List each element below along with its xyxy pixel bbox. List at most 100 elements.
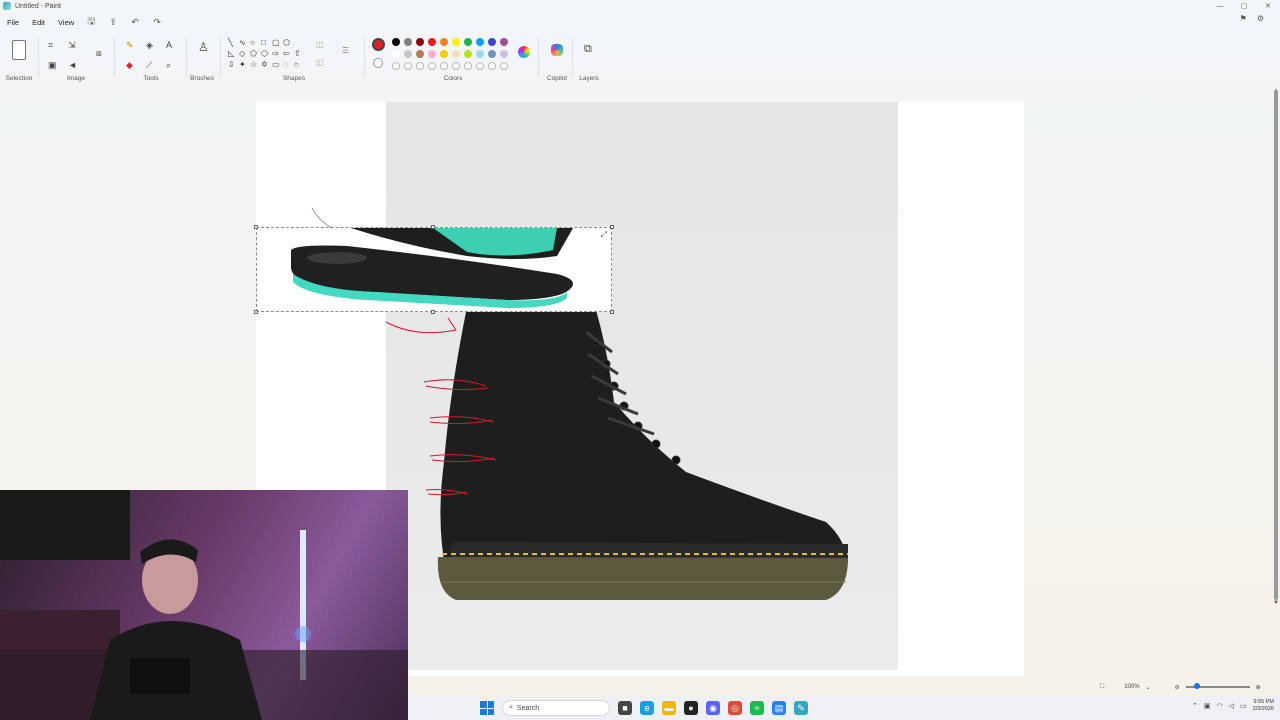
active-color-swatch[interactable] (372, 38, 385, 51)
tray-app-icon[interactable]: ▣ (1204, 702, 1211, 710)
heart-shape-icon[interactable]: ○ (294, 60, 299, 69)
color-swatch[interactable] (392, 50, 400, 58)
color-swatch[interactable] (500, 38, 508, 46)
wifi-icon[interactable]: ◠ (1216, 702, 1222, 710)
color-swatch[interactable] (404, 38, 412, 46)
custom-color-slot[interactable] (452, 62, 460, 70)
close-button[interactable]: ✕ (1256, 0, 1280, 12)
color-swatch[interactable] (428, 38, 436, 46)
polygon-shape-icon[interactable]: ⬠ (283, 38, 290, 47)
color-swatch[interactable] (476, 38, 484, 46)
pasted-selection[interactable]: ⤢ (254, 225, 614, 314)
hexagon-shape-icon[interactable]: ⬡ (261, 49, 268, 58)
arrow-up-shape-icon[interactable]: ⇧ (294, 49, 301, 58)
custom-color-slot[interactable] (392, 62, 400, 70)
custom-color-slot[interactable] (500, 62, 508, 70)
resize-handle[interactable] (610, 225, 614, 229)
chrome-icon[interactable]: ◎ (728, 701, 742, 715)
custom-color-slot[interactable] (440, 62, 448, 70)
image-select-icon[interactable]: ⧈ (96, 48, 102, 58)
discord-icon[interactable]: ◉ (706, 701, 720, 715)
text-icon[interactable]: A (166, 40, 172, 50)
crop-icon[interactable]: ⌗ (48, 40, 53, 50)
menu-file[interactable]: File (7, 18, 19, 27)
spotify-icon[interactable]: ≈ (750, 701, 764, 715)
secondary-color-swatch[interactable] (373, 58, 383, 68)
custom-color-slot[interactable] (416, 62, 424, 70)
cloud-callout-shape-icon[interactable]: ◌ (283, 60, 288, 69)
pencil-icon[interactable]: ✎ (126, 40, 134, 50)
save-icon[interactable]: 🖫 (80, 14, 102, 30)
magnifier-icon[interactable]: ⌕ (166, 60, 171, 70)
resize-handle[interactable] (431, 310, 435, 314)
custom-color-slot[interactable] (404, 62, 412, 70)
copilot-icon[interactable] (551, 44, 563, 56)
color-swatch[interactable] (464, 38, 472, 46)
color-swatch[interactable] (392, 38, 400, 46)
maximize-button[interactable]: ▢ (1232, 0, 1256, 12)
selection-icon[interactable] (12, 40, 26, 60)
custom-color-slot[interactable] (476, 62, 484, 70)
color-swatch[interactable] (488, 50, 496, 58)
color-swatch[interactable] (500, 50, 508, 58)
undo-icon[interactable]: ↶ (124, 17, 146, 28)
tray-chevron-icon[interactable]: ⌃ (1192, 702, 1198, 710)
zoom-slider-thumb[interactable] (1193, 683, 1200, 689)
color-swatch[interactable] (404, 50, 412, 58)
taskbar-search[interactable]: ⌕ Search (502, 700, 610, 716)
scroll-down-icon[interactable]: ▼ (1273, 600, 1279, 606)
resize-handle[interactable] (254, 225, 258, 229)
settings-icon[interactable]: ⚙ (1257, 14, 1264, 23)
paint-taskbar-icon[interactable]: ✎ (794, 701, 808, 715)
rectangle-shape-icon[interactable]: □ (261, 38, 266, 47)
resize-handle[interactable] (610, 310, 614, 314)
color-swatch[interactable] (440, 38, 448, 46)
task-view-icon[interactable]: ■ (618, 701, 632, 715)
line-shape-icon[interactable]: ╲ (228, 38, 233, 47)
arrow-right-shape-icon[interactable]: ⇨ (272, 49, 279, 58)
triangle-shape-icon[interactable]: ◺ (228, 49, 234, 58)
volume-icon[interactable]: ◁ (1229, 702, 1234, 710)
minimize-button[interactable]: — (1208, 0, 1232, 12)
custom-color-slot[interactable] (488, 62, 496, 70)
share-icon[interactable]: ⇪ (102, 17, 124, 28)
edit-colors-icon[interactable] (518, 46, 530, 58)
color-picker-icon[interactable]: ⟋ (146, 60, 152, 70)
curve-shape-icon[interactable]: ∿ (239, 38, 246, 47)
star4-shape-icon[interactable]: ✦ (239, 60, 246, 69)
notepad-icon[interactable]: ▤ (772, 701, 786, 715)
arrow-down-shape-icon[interactable]: ⇩ (228, 60, 235, 69)
color-swatch[interactable] (464, 50, 472, 58)
custom-color-slot[interactable] (464, 62, 472, 70)
custom-color-slot[interactable] (428, 62, 436, 70)
feedback-icon[interactable]: ⚑ (1240, 14, 1247, 23)
color-swatch[interactable] (416, 38, 424, 46)
zoom-out-icon[interactable]: ⊖ (1175, 684, 1180, 691)
color-swatch[interactable] (476, 50, 484, 58)
eraser-icon[interactable]: ◆ (126, 60, 133, 70)
start-icon[interactable] (480, 701, 494, 715)
diamond-shape-icon[interactable]: ◇ (239, 49, 245, 58)
battery-icon[interactable]: ▭ (1240, 702, 1247, 710)
menu-view[interactable]: View (58, 18, 74, 27)
rotate-icon[interactable]: ◄ (68, 60, 77, 70)
rounded-rectangle-shape-icon[interactable]: ▢ (272, 38, 280, 47)
pentagon-shape-icon[interactable]: ⬠ (250, 49, 257, 58)
color-swatch[interactable] (440, 50, 448, 58)
redo-icon[interactable]: ↷ (146, 17, 168, 28)
star6-shape-icon[interactable]: ✡ (261, 60, 268, 69)
callout-shape-icon[interactable]: ▭ (272, 60, 280, 69)
resize-handle[interactable] (254, 310, 258, 314)
github-icon[interactable]: ● (684, 701, 698, 715)
shape-size-icon[interactable]: ☰ (342, 46, 349, 55)
brush-icon[interactable]: ♙ (198, 41, 209, 53)
resize-icon[interactable]: ⇲ (68, 40, 76, 50)
fill-icon[interactable]: ◫ (316, 58, 324, 67)
zoom-level[interactable]: 100% (1124, 684, 1139, 690)
color-swatch[interactable] (416, 50, 424, 58)
layers-icon[interactable]: ⧉ (584, 44, 592, 55)
resize-handle[interactable] (431, 225, 435, 229)
remove-background-icon[interactable]: ▣ (48, 60, 57, 70)
color-swatch[interactable] (488, 38, 496, 46)
boot-photo[interactable] (385, 102, 898, 670)
